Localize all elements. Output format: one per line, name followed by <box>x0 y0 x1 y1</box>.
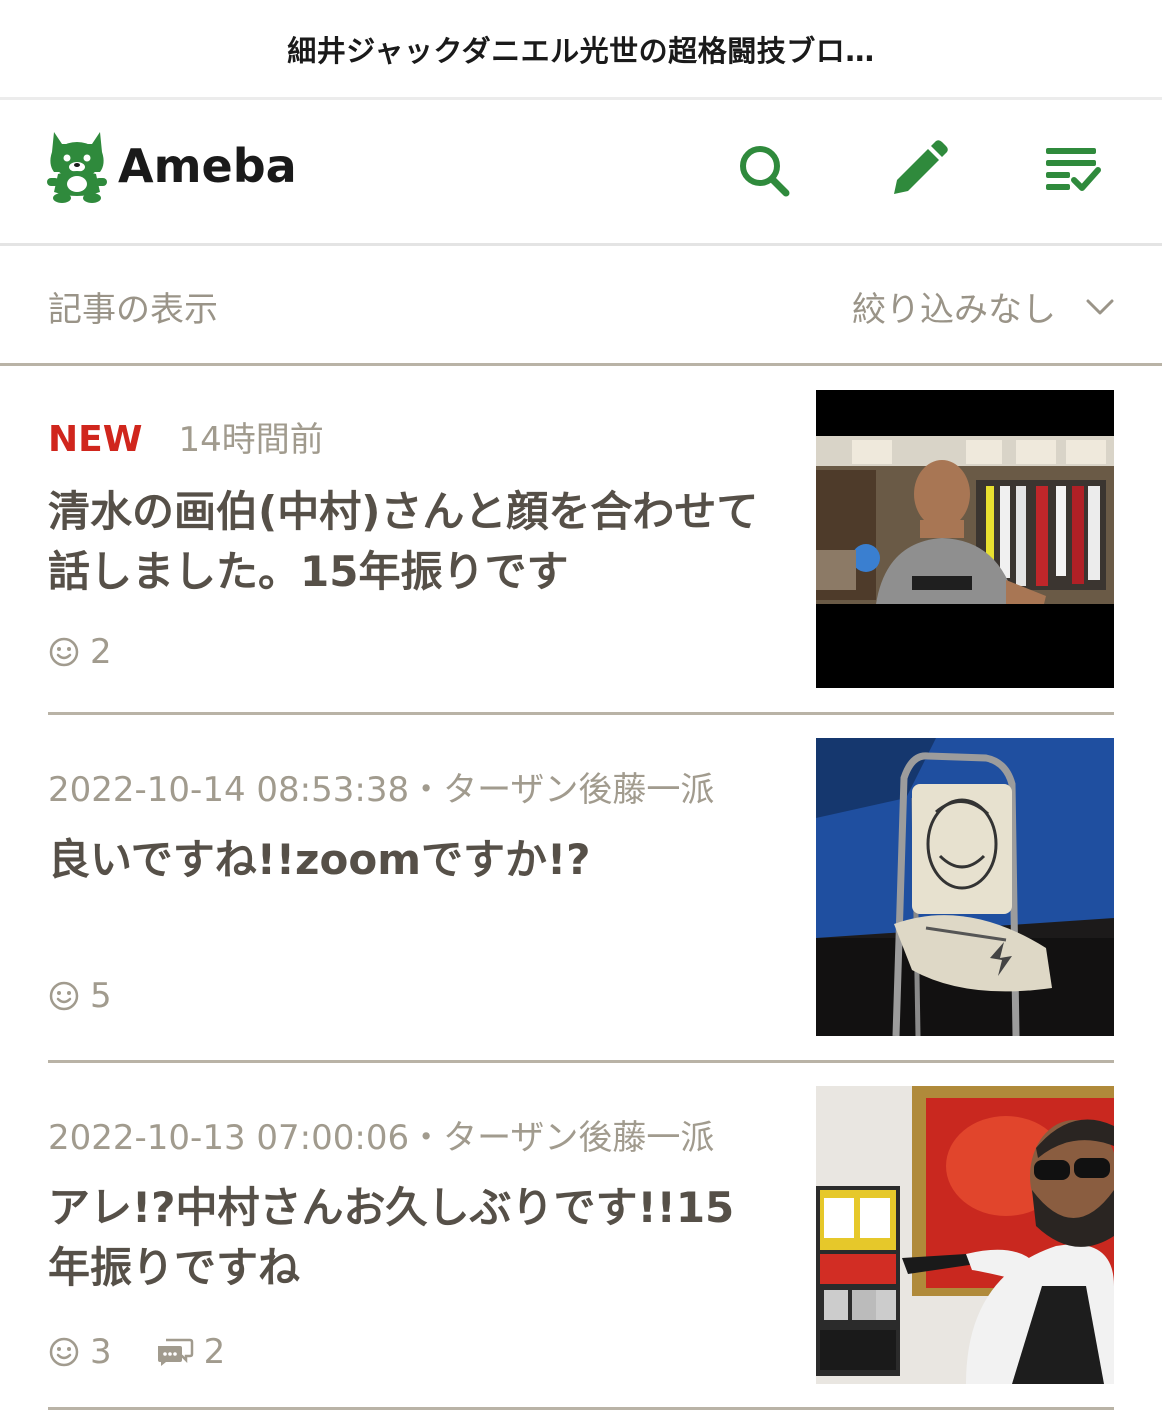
entry-thumbnail[interactable] <box>816 1086 1114 1384</box>
like-count-value: 2 <box>90 632 112 672</box>
entry-category[interactable]: ターザン後藤一派 <box>443 1118 714 1158</box>
app-header: Ameba <box>0 100 1162 246</box>
meta-separator: ・ <box>409 770 444 810</box>
window-title-bar: 細井ジャックダニエル光世の超格闘技ブロ… <box>0 0 1162 100</box>
entry-divider <box>48 1060 1114 1063</box>
entry-meta: NEW 14時間前 <box>48 412 324 461</box>
like-count-value: 3 <box>90 1332 112 1372</box>
like-count-value: 5 <box>90 976 112 1016</box>
filter-bar: 記事の表示 絞り込みなし <box>0 246 1162 366</box>
like-count[interactable]: 2 <box>48 632 112 672</box>
entry-date: 2022-10-13 07:00:06 <box>48 1118 410 1158</box>
window-title: 細井ジャックダニエル光世の超格闘技ブロ… <box>287 33 875 68</box>
pencil-icon <box>894 140 948 194</box>
entry-item[interactable]: 2022-10-14 08:53:38・ターザン後藤一派 良いですね!!zoom… <box>48 738 1114 1036</box>
ameba-logo[interactable]: Ameba <box>46 128 297 204</box>
entry-time: 14時間前 <box>178 420 324 460</box>
new-badge: NEW <box>48 419 143 460</box>
entry-item[interactable]: NEW 14時間前 清水の画伯(中村)さんと顔を合わせて話しました。15年振りです… <box>48 390 1114 688</box>
entry-title[interactable]: 良いですね!!zoomですか!? <box>48 830 768 890</box>
search-icon <box>740 146 790 197</box>
search-button[interactable] <box>732 138 796 202</box>
ameba-mascot-icon <box>47 132 107 203</box>
comment-count[interactable]: 2 <box>156 1332 226 1372</box>
like-count[interactable]: 5 <box>48 976 112 1016</box>
smiley-icon <box>49 1337 79 1367</box>
entry-stats: 3 2 <box>48 1332 269 1372</box>
entry-date: 2022-10-14 08:53:38 <box>48 770 410 810</box>
comment-count-value: 2 <box>203 1332 226 1372</box>
filter-dropdown[interactable]: 絞り込みなし <box>852 282 1114 331</box>
entry-meta: 2022-10-13 07:00:06・ターザン後藤一派 <box>48 1110 714 1159</box>
filter-value: 絞り込みなし <box>852 290 1056 330</box>
filter-label: 記事の表示 <box>48 290 218 330</box>
entry-category[interactable]: ターザン後藤一派 <box>443 770 714 810</box>
chevron-down-icon <box>1086 299 1114 314</box>
logo-text: Ameba <box>118 139 297 193</box>
photo-man-in-gray-tshirt <box>816 390 1114 688</box>
smiley-icon <box>49 981 79 1011</box>
entry-stats: 5 <box>48 976 156 1016</box>
entry-thumbnail[interactable] <box>816 390 1114 688</box>
write-button[interactable] <box>886 138 950 202</box>
entry-thumbnail[interactable] <box>816 738 1114 1036</box>
entry-item[interactable]: 2022-10-13 07:00:06・ターザン後藤一派 アレ!?中村さんお久し… <box>48 1086 1114 1384</box>
checklist-icon <box>1046 148 1101 191</box>
entry-title[interactable]: 清水の画伯(中村)さんと顔を合わせて話しました。15年振りです <box>48 482 768 602</box>
entry-title[interactable]: アレ!?中村さんお久しぶりです!!15年振りですね <box>48 1178 768 1298</box>
entry-divider <box>48 712 1114 715</box>
meta-separator: ・ <box>409 1118 444 1158</box>
checklist-button[interactable] <box>1040 138 1104 202</box>
entry-meta: 2022-10-14 08:53:38・ターザン後藤一派 <box>48 762 714 811</box>
smiley-icon <box>49 637 79 667</box>
comment-icon <box>157 1338 193 1366</box>
photo-drawing-on-chair <box>816 738 1114 1036</box>
entry-stats: 2 <box>48 632 156 672</box>
photo-wrestler-sunglasses <box>816 1086 1114 1384</box>
like-count[interactable]: 3 <box>48 1332 112 1372</box>
